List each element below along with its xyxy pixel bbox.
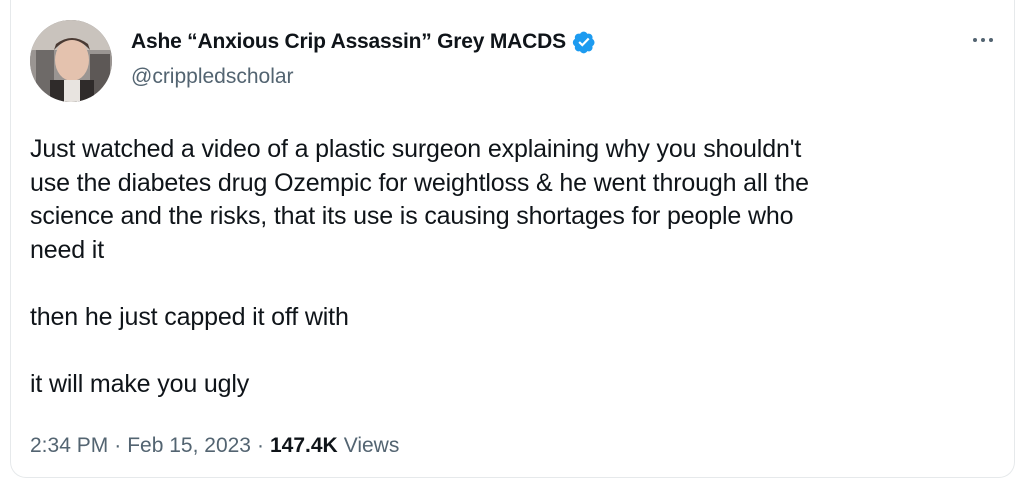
author-name-row[interactable]: Ashe “Anxious Crip Assassin” Grey MACDS — [131, 30, 596, 54]
tweet-text: Just watched a video of a plastic surgeo… — [30, 135, 809, 398]
more-options-icon[interactable] — [967, 28, 999, 52]
verified-badge-icon — [572, 31, 595, 54]
avatar-photo — [30, 20, 112, 102]
views-count[interactable]: 147.4K — [270, 434, 338, 458]
tweet-meta: 2:34 PM · Feb 15, 2023 · 147.4K Views — [30, 434, 399, 458]
views-label: Views — [343, 434, 400, 457]
tweet-date[interactable]: Feb 15, 2023 — [127, 434, 251, 458]
avatar[interactable] — [30, 20, 112, 102]
meta-separator: · — [114, 434, 122, 457]
more-dot — [989, 38, 993, 42]
more-dot — [973, 38, 977, 42]
author-handle[interactable]: @crippledscholar — [131, 65, 294, 89]
meta-separator: · — [256, 434, 264, 457]
author-display-name[interactable]: Ashe “Anxious Crip Assassin” Grey MACDS — [131, 30, 566, 54]
more-dot — [981, 38, 985, 42]
tweet-time[interactable]: 2:34 PM — [30, 434, 108, 458]
